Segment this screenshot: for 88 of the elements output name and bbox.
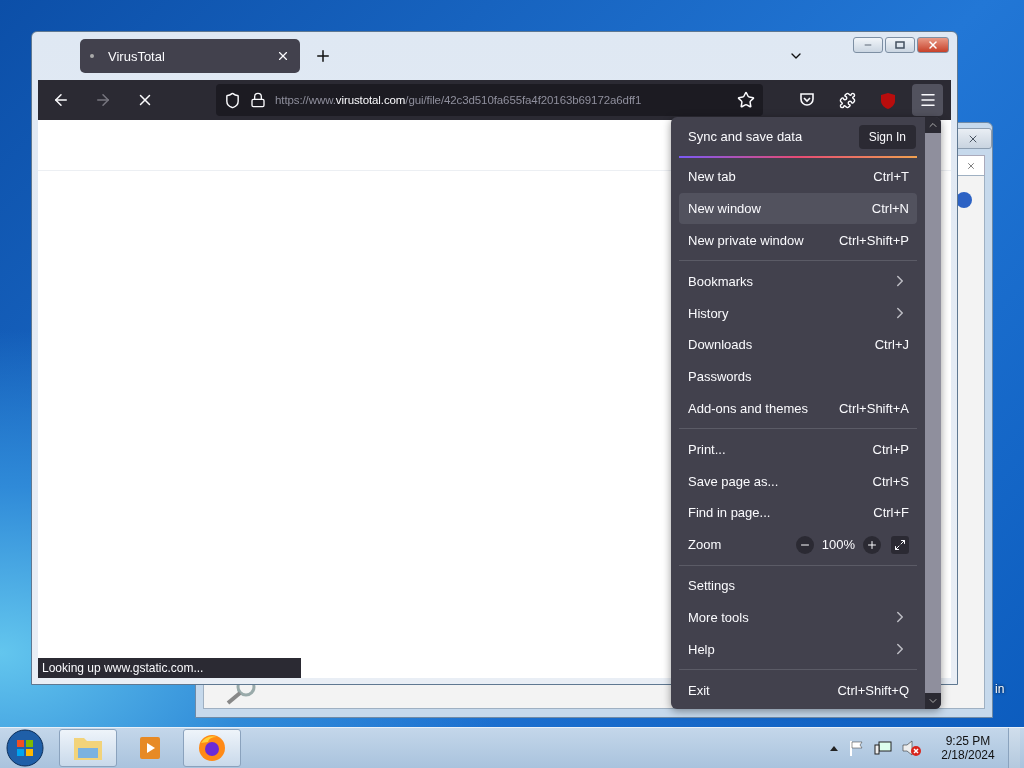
bookmark-star-icon[interactable]: [737, 91, 756, 109]
menu-item-label: Settings: [688, 578, 735, 594]
menu-item-label: More tools: [688, 609, 749, 625]
fullscreen-button[interactable]: [891, 535, 909, 554]
menu-item-label: Print...: [688, 441, 726, 457]
shortcut-label: Ctrl+F: [873, 505, 909, 521]
menu-item-label: New private window: [688, 232, 804, 248]
maximize-icon: [895, 41, 905, 49]
menu-item[interactable]: Find in page... Ctrl+F: [679, 497, 917, 529]
sync-label: Sync and save data: [688, 129, 803, 145]
status-text: Looking up www.gstatic.com...: [38, 658, 301, 678]
expand-icon: [894, 538, 906, 551]
url-text: https://www.virustotal.com/gui/file/42c3d510fa655fa4f20163b69172a6dff1: [275, 94, 643, 106]
sign-in-button[interactable]: Sign In: [858, 124, 916, 149]
firefox-icon: [197, 733, 227, 763]
new-tab-button[interactable]: [314, 47, 332, 65]
menu-item[interactable]: Save page as... Ctrl+S: [679, 465, 917, 498]
back-button[interactable]: [52, 91, 70, 109]
shield-icon: [224, 91, 241, 109]
menu-item-label: Save page as...: [688, 473, 779, 489]
arrow-right-icon: [94, 91, 112, 109]
menu-item[interactable]: Settings: [679, 569, 917, 602]
shortcut-label: Ctrl+Shift+Q: [837, 682, 909, 698]
menu-item-label: Add-ons and themes: [688, 401, 808, 416]
puzzle-icon: [839, 91, 857, 109]
flag-icon[interactable]: [848, 740, 864, 756]
play-icon: [137, 734, 163, 762]
pocket-button[interactable]: [799, 92, 816, 108]
menu-item[interactable]: Help: [679, 633, 917, 666]
forward-button[interactable]: [94, 91, 112, 109]
address-field[interactable]: https://www.virustotal.com/gui/file/42c3d510fa655fa4f20163b69172a6dff1: [216, 84, 764, 116]
zoom-out-button[interactable]: [795, 535, 814, 554]
menu-item-label: New tab: [688, 169, 736, 185]
caret-up-icon[interactable]: [830, 745, 838, 751]
close-icon: [966, 161, 976, 171]
close-icon: [276, 49, 290, 63]
close-tab-button[interactable]: [276, 49, 290, 63]
menu-item[interactable]: Downloads Ctrl+J: [679, 328, 917, 361]
menu-button[interactable]: [912, 84, 943, 116]
menu-item[interactable]: History: [679, 297, 917, 329]
tab-dot-icon: [90, 54, 94, 58]
menu-item-label: Downloads: [688, 337, 753, 353]
shortcut-label: Ctrl+J: [874, 337, 909, 353]
menu-item[interactable]: Add-ons and themes Ctrl+Shift+A: [679, 392, 917, 425]
taskbar-app-button[interactable]: [183, 729, 241, 767]
maximize-button[interactable]: [885, 37, 915, 53]
muted-speaker-icon[interactable]: [902, 739, 922, 757]
menu-item[interactable]: Print... Ctrl+P: [679, 433, 917, 466]
lock-icon: [250, 92, 266, 108]
shortcut-label: Ctrl+T: [873, 169, 909, 185]
menu-item-label: Find in page...: [688, 505, 771, 521]
menu-item-label: Zoom: [688, 537, 722, 553]
menu-icon: [918, 91, 937, 109]
shortcut-label: Ctrl+N: [871, 201, 909, 217]
network-icon[interactable]: [874, 740, 892, 756]
menu-item-label: Bookmarks: [688, 273, 754, 289]
clock-date: 2/18/2024: [941, 748, 995, 762]
menu-item[interactable]: Exit Ctrl+Shift+Q: [679, 674, 917, 707]
shortcut-label: Ctrl+S: [872, 473, 909, 489]
menu-item[interactable]: Bookmarks: [679, 265, 917, 298]
browser-tab[interactable]: VirusTotal: [80, 39, 300, 73]
zoom-in-button[interactable]: [863, 535, 881, 554]
zoom-value: 100%: [821, 537, 855, 553]
clock-time: 9:25 PM: [945, 734, 991, 748]
menu-item[interactable]: More tools: [679, 601, 917, 634]
plus-icon: [866, 538, 878, 551]
extensions-button[interactable]: [839, 91, 857, 109]
plus-icon: [314, 47, 332, 65]
shortcut-label: Ctrl+P: [872, 441, 909, 457]
menu-item[interactable]: New private window Ctrl+Shift+P: [679, 224, 917, 257]
close-button[interactable]: [917, 37, 949, 53]
minimize-button[interactable]: [853, 37, 883, 53]
menu-item-label: History: [688, 305, 729, 321]
start-button[interactable]: [5, 728, 45, 768]
tab-title: VirusTotal: [108, 48, 166, 64]
menu-item[interactable]: New tab Ctrl+T: [679, 160, 917, 193]
menu-item-label: Exit: [688, 682, 710, 698]
menu-item[interactable]: Zoom 100%: [679, 528, 917, 561]
shortcut-label: Ctrl+Shift+A: [838, 401, 909, 416]
menu-item[interactable]: Passwords: [679, 360, 917, 393]
close-icon: [927, 39, 939, 51]
menu-item-label: Help: [688, 641, 715, 657]
clock[interactable]: 9:25 PM 2/18/2024: [938, 734, 998, 762]
menu-item-label: New window: [688, 201, 761, 217]
menu-item[interactable]: New window Ctrl+N: [679, 192, 917, 225]
desktop-icon-label: in: [995, 682, 1005, 696]
shortcut-label: Ctrl+Shift+P: [838, 232, 909, 248]
menu-item-label: Passwords: [688, 369, 752, 385]
